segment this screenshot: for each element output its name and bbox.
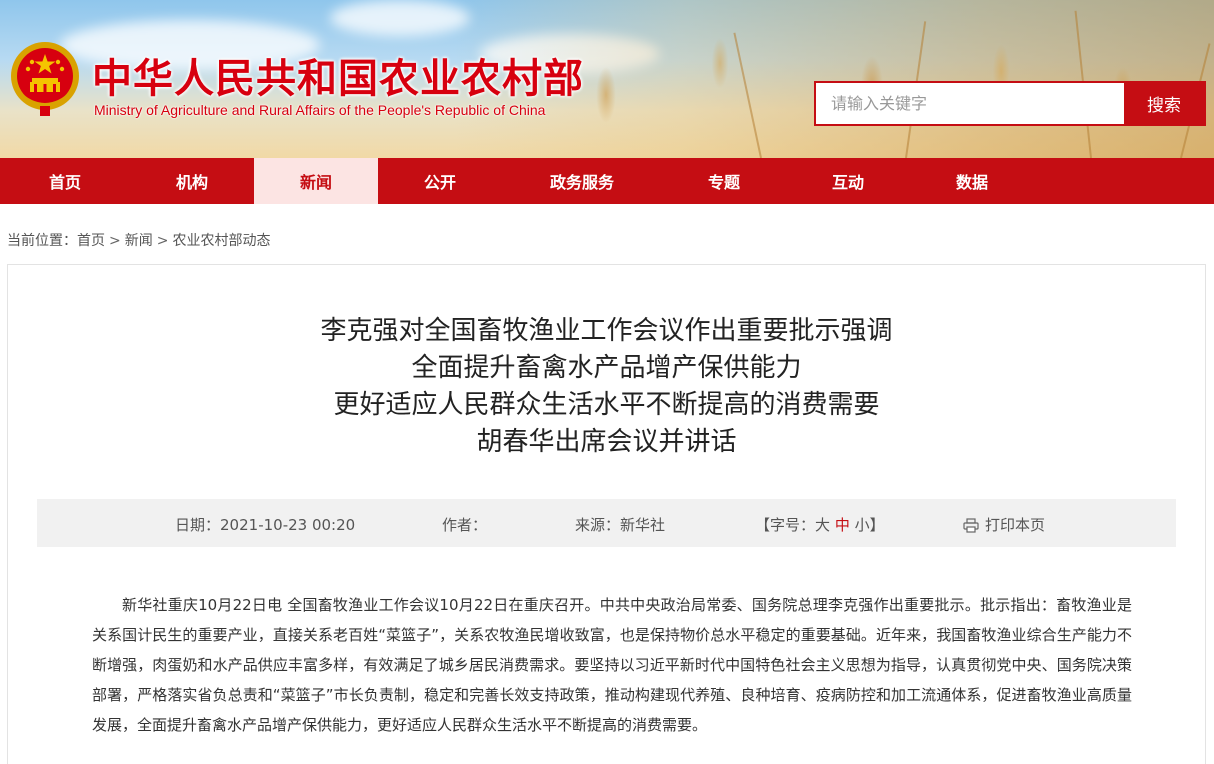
meta-author-label: 作者：: [442, 516, 488, 534]
meta-font-size: 【字号：大 中 小】: [755, 514, 885, 535]
printer-icon: [963, 518, 979, 533]
site-title-english: Ministry of Agriculture and Rural Affair…: [94, 102, 546, 118]
article-body: 新华社重庆10月22日电 全国畜牧渔业工作会议10月22日在重庆召开。中共中央政…: [92, 596, 1132, 734]
search-button[interactable]: 搜索: [1124, 83, 1204, 124]
nav-item-news[interactable]: 新闻: [254, 158, 378, 204]
headline-line: 全面提升畜禽水产品增产保供能力: [411, 353, 802, 383]
font-size-close: 】: [869, 516, 885, 534]
breadcrumb-ministry-news[interactable]: 农业农村部动态: [172, 233, 270, 249]
breadcrumb-home[interactable]: 首页: [77, 233, 105, 249]
headline-line: 胡春华出席会议并讲话: [476, 427, 737, 457]
search-input[interactable]: [816, 83, 1124, 124]
meta-date-label: 日期：: [175, 516, 221, 534]
nav-item-data[interactable]: 数据: [910, 158, 1034, 204]
header-banner: 中华人民共和国农业农村部 Ministry of Agriculture and…: [0, 0, 1214, 158]
headline-line: 更好适应人民群众生活水平不断提高的消费需要: [333, 390, 880, 420]
meta-date-value: 2021-10-23 00:20: [220, 516, 356, 534]
font-size-open: 【字号：: [755, 516, 816, 534]
print-label: 打印本页: [985, 516, 1046, 534]
headline-line: 李克强对全国畜牧渔业工作会议作出重要批示强调: [320, 316, 893, 346]
search-bar: 搜索: [814, 81, 1206, 126]
cloud-decoration: [330, 0, 470, 36]
breadcrumb-separator: >: [156, 233, 169, 249]
article-card: 李克强对全国畜牧渔业工作会议作出重要批示强调 全面提升畜禽水产品增产保供能力 更…: [7, 264, 1206, 764]
meta-source-label: 来源：: [575, 516, 621, 534]
meta-author: 作者：: [442, 514, 487, 535]
nav-item-home[interactable]: 首页: [0, 158, 130, 204]
font-size-medium-button[interactable]: 中: [835, 516, 850, 534]
meta-source: 来源：新华社: [575, 514, 665, 535]
site-title[interactable]: 中华人民共和国农业农村部: [92, 46, 584, 104]
nav-item-interaction[interactable]: 互动: [786, 158, 910, 204]
meta-date: 日期：2021-10-23 00:20: [175, 514, 355, 535]
article-headline: 李克强对全国畜牧渔业工作会议作出重要批示强调 全面提升畜禽水产品增产保供能力 更…: [8, 313, 1205, 461]
article-meta-bar: 日期：2021-10-23 00:20 作者： 来源：新华社 【字号：大 中 小…: [37, 499, 1176, 547]
breadcrumb: 当前位置：首页 > 新闻 > 农业农村部动态: [7, 230, 270, 250]
national-emblem-icon: [11, 42, 79, 116]
nav-item-disclosure[interactable]: 公开: [378, 158, 502, 204]
breadcrumb-news[interactable]: 新闻: [125, 233, 153, 249]
breadcrumb-prefix: 当前位置：: [7, 233, 77, 249]
nav-item-topics[interactable]: 专题: [662, 158, 786, 204]
nav-item-organization[interactable]: 机构: [130, 158, 254, 204]
font-size-small-button[interactable]: 小: [855, 516, 870, 534]
nav-item-government-services[interactable]: 政务服务: [502, 158, 662, 204]
meta-source-value: 新华社: [620, 516, 666, 534]
main-nav: 首页 机构 新闻 公开 政务服务 专题 互动 数据: [0, 158, 1214, 204]
breadcrumb-separator: >: [109, 233, 121, 249]
font-size-large-button[interactable]: 大: [815, 516, 830, 534]
print-button[interactable]: 打印本页: [963, 514, 1045, 535]
